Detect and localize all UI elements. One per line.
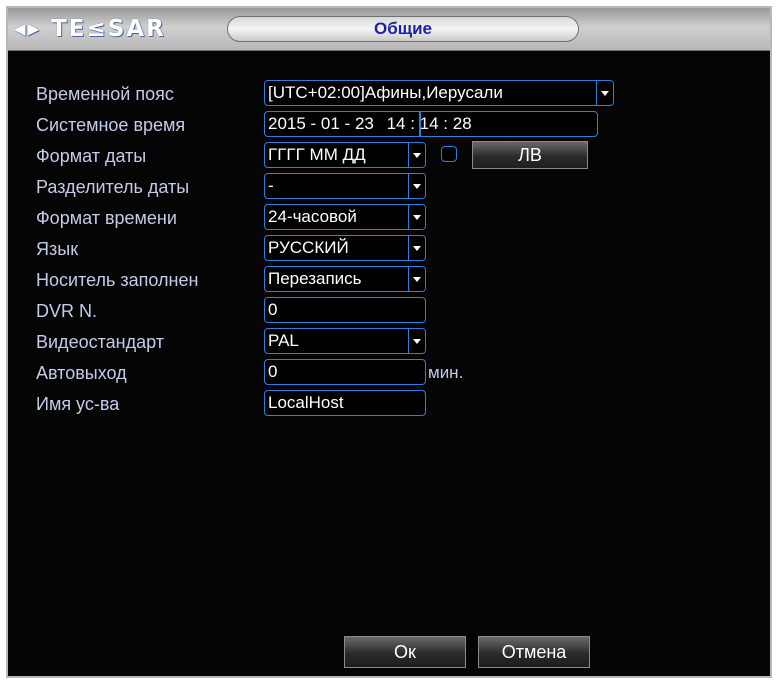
- chevron-down-icon[interactable]: [408, 236, 425, 260]
- storage-full-value: Перезапись: [268, 269, 362, 288]
- dst-checkbox[interactable]: [441, 146, 457, 162]
- timezone-label: Временной пояс: [36, 84, 174, 104]
- date-separator-dropdown[interactable]: -: [264, 173, 426, 199]
- dvr-number-input[interactable]: 0: [264, 297, 426, 323]
- dvr-number-label: DVR N.: [36, 301, 98, 321]
- storage-full-label: Носитель заполнен: [36, 270, 199, 290]
- timezone-value: [UTC+02:00]Афины,Иерусали: [268, 83, 503, 102]
- storage-full-dropdown[interactable]: Перезапись: [264, 266, 426, 292]
- date-separator-value: -: [268, 176, 274, 195]
- language-label: Язык: [36, 239, 79, 259]
- title-bar: ◂▸ TE≤SAR Общие: [8, 8, 770, 51]
- system-time-label: Системное время: [36, 115, 186, 135]
- timezone-dropdown[interactable]: [UTC+02:00]Афины,Иерусали: [264, 80, 614, 106]
- chevron-down-icon[interactable]: [408, 174, 425, 198]
- auto-logout-unit: мин.: [428, 363, 464, 382]
- system-time-divider: [419, 112, 421, 136]
- time-format-label: Формат времени: [36, 208, 177, 228]
- system-date-value[interactable]: 2015 - 01 - 23: [268, 112, 374, 135]
- dvr-number-value: 0: [268, 300, 278, 319]
- system-time-field[interactable]: 2015 - 01 - 23 14 : 14 : 28: [264, 111, 598, 137]
- language-dropdown[interactable]: РУССКИЙ: [264, 235, 426, 261]
- chevron-down-icon[interactable]: [408, 329, 425, 353]
- auto-logout-value: 0: [268, 362, 278, 381]
- video-standard-value: PAL: [268, 331, 299, 350]
- date-format-dropdown[interactable]: ГГГГ ММ ДД: [264, 142, 426, 168]
- dst-button[interactable]: ЛВ: [472, 141, 588, 169]
- chevron-down-icon[interactable]: [408, 143, 425, 167]
- language-value: РУССКИЙ: [268, 238, 349, 257]
- video-standard-label: Видеостандарт: [36, 332, 164, 352]
- auto-logout-label: Автовыход: [36, 363, 127, 383]
- date-format-label: Формат даты: [36, 146, 147, 166]
- video-standard-dropdown[interactable]: PAL: [264, 328, 426, 354]
- device-name-input[interactable]: LocalHost: [264, 390, 426, 416]
- ok-button[interactable]: Ок: [344, 636, 466, 668]
- device-name-label: Имя ус-ва: [36, 394, 120, 414]
- time-format-dropdown[interactable]: 24-часовой: [264, 204, 426, 230]
- general-settings-window: ◂▸ TE≤SAR Общие Временной пояс [UTC+02:0…: [6, 6, 772, 678]
- time-format-value: 24-часовой: [268, 207, 357, 226]
- date-separator-label: Разделитель даты: [36, 177, 190, 197]
- chevron-down-icon[interactable]: [408, 205, 425, 229]
- brand-logo-text: ◂▸ TE≤SAR: [14, 16, 166, 42]
- date-format-value: ГГГГ ММ ДД: [268, 145, 366, 164]
- auto-logout-input[interactable]: 0: [264, 359, 426, 385]
- chevron-down-icon[interactable]: [596, 81, 613, 105]
- chevron-down-icon[interactable]: [408, 267, 425, 291]
- device-name-value: LocalHost: [268, 393, 344, 412]
- cancel-button[interactable]: Отмена: [478, 636, 590, 668]
- system-time-value[interactable]: 14 : 14 : 28: [387, 112, 472, 135]
- window-title: Общие: [227, 16, 579, 42]
- brand-logo: ◂▸ TE≤SAR: [14, 16, 166, 42]
